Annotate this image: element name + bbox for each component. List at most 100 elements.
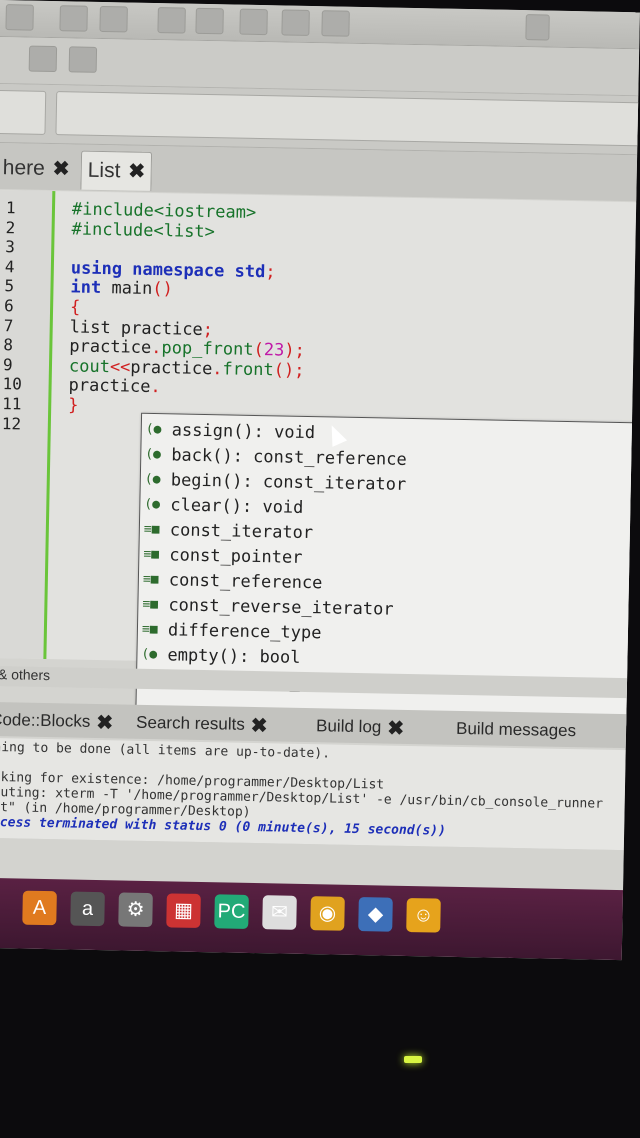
- close-icon[interactable]: ✖: [251, 712, 268, 737]
- autocomplete-item-label: const_iterator: [169, 520, 314, 544]
- power-led: [404, 1056, 422, 1063]
- taskbar-app-icon[interactable]: ✉: [262, 895, 297, 930]
- code-token: {: [69, 297, 81, 318]
- file-icon[interactable]: [68, 46, 98, 73]
- method-icon: (●: [144, 496, 161, 513]
- autocomplete-item[interactable]: (● begin(): const_iterator: [145, 470, 407, 495]
- line-number: 3: [5, 237, 16, 257]
- autocomplete-item[interactable]: (● clear(): void: [144, 495, 303, 518]
- code-line: practice.: [68, 376, 161, 398]
- autocomplete-item-label: clear(): void: [170, 495, 304, 518]
- debug-icon[interactable]: [281, 9, 310, 36]
- code-token: (): [152, 279, 174, 300]
- autocomplete-item[interactable]: ≡■ const_reference: [143, 570, 323, 593]
- stop-icon[interactable]: [321, 10, 350, 37]
- toolbar-button[interactable]: [5, 4, 34, 31]
- taskbar-app-icon[interactable]: A: [22, 890, 57, 926]
- log-tab-label: Search results: [135, 712, 245, 734]
- code-token: <<: [109, 356, 131, 378]
- settings-icon[interactable]: [157, 7, 186, 34]
- doxygen-icon[interactable]: [28, 45, 58, 73]
- log-tab[interactable]: Search results ✖: [136, 709, 268, 740]
- code-token: (: [253, 340, 265, 361]
- code-token: #include<list>: [71, 219, 216, 242]
- scroll-arrows-icon[interactable]: [525, 14, 550, 41]
- autocomplete-item-label: empty(): bool: [167, 645, 301, 668]
- code-token: practice: [69, 336, 152, 359]
- close-icon[interactable]: ✖: [96, 709, 113, 734]
- taskbar-app-icon[interactable]: ☺: [406, 897, 441, 933]
- line-number: 5: [4, 276, 15, 296]
- tab-label: here: [2, 156, 46, 180]
- close-icon[interactable]: ✖: [387, 715, 404, 740]
- tab-label: List: [87, 158, 121, 183]
- code-line: #include<list>: [71, 219, 215, 242]
- code-token: int: [70, 277, 102, 299]
- code-token: practice: [130, 357, 213, 379]
- log-tab[interactable]: Code::Blocks ✖: [0, 706, 113, 736]
- autocomplete-item[interactable]: ≡■ const_iterator: [144, 520, 314, 543]
- taskbar-app-icon[interactable]: PC: [214, 894, 249, 929]
- line-number-gutter: 1 2 3 4 5 6 7 8 9 10 11 12: [0, 189, 56, 660]
- code-line: {: [70, 297, 81, 317]
- code-token: cout: [68, 356, 111, 377]
- autocomplete-item-label: assign(): void: [171, 420, 316, 444]
- taskbar-app-icon[interactable]: ◉: [310, 896, 345, 931]
- autocomplete-item[interactable]: (● assign(): void: [146, 420, 316, 443]
- autocomplete-item[interactable]: ≡■ const_reverse_iterator: [142, 595, 394, 620]
- autocomplete-item-label: const_pointer: [169, 545, 303, 568]
- search-icon[interactable]: [59, 5, 88, 32]
- typedef-icon: ≡■: [141, 621, 158, 638]
- close-icon[interactable]: ✖: [52, 150, 70, 188]
- autocomplete-item[interactable]: ≡■ const_pointer: [143, 545, 302, 568]
- method-icon: (●: [145, 446, 162, 463]
- log-tab[interactable]: Build log ✖: [316, 712, 405, 742]
- taskbar-app-icon[interactable]: a: [70, 891, 105, 927]
- autocomplete-item[interactable]: ≡■ difference_type: [142, 620, 322, 643]
- code-token: }: [68, 395, 79, 416]
- typedef-icon: ≡■: [143, 546, 160, 563]
- build-log-output: thing to be done (all items are up-to-da…: [0, 737, 626, 851]
- scope-combo[interactable]: [0, 89, 47, 135]
- method-icon: (●: [145, 421, 162, 438]
- code-line: int main(): [70, 278, 173, 300]
- autocomplete-item[interactable]: (● back(): const_reference: [145, 445, 407, 470]
- code-token: .: [151, 338, 162, 359]
- tab-here[interactable]: here ✖: [0, 149, 76, 189]
- line-number: 2: [5, 217, 16, 237]
- taskbar-app-icon[interactable]: ▦: [166, 893, 201, 929]
- line-number: 6: [3, 296, 14, 316]
- code-token: 23: [263, 340, 285, 361]
- taskbar-app-icon[interactable]: ⚙: [118, 892, 153, 928]
- autocomplete-item-label: begin(): const_iterator: [170, 470, 407, 495]
- taskbar-app-icon[interactable]: ◆: [358, 897, 393, 932]
- autocomplete-item[interactable]: (● empty(): bool: [141, 645, 300, 668]
- typedef-icon: ≡■: [142, 571, 159, 588]
- typedef-icon: ≡■: [142, 596, 159, 613]
- bookmark-icon[interactable]: [99, 5, 128, 33]
- autocomplete-item-label: back(): const_reference: [171, 445, 407, 470]
- step-icon[interactable]: [239, 8, 268, 36]
- close-icon[interactable]: ✖: [128, 153, 145, 191]
- desktop-taskbar: Aa ⚙ ▦ PC ✉ ◉ ◆ ☺: [0, 877, 624, 961]
- line-number: 11: [2, 394, 22, 414]
- typedef-icon: ≡■: [143, 521, 160, 538]
- code-token: .: [150, 377, 161, 398]
- line-number: 7: [3, 315, 14, 335]
- code-token: ;: [202, 319, 214, 340]
- line-number: 4: [4, 256, 15, 277]
- method-icon: (●: [141, 646, 158, 663]
- autocomplete-item-label: const_reference: [168, 570, 323, 594]
- line-number: 12: [1, 413, 22, 434]
- code-token: .: [212, 358, 223, 380]
- log-tab[interactable]: Build messages: [456, 715, 577, 745]
- autocomplete-item-label: const_reverse_iterator: [168, 595, 394, 620]
- line-number: 8: [3, 335, 14, 355]
- code-token: main: [101, 278, 153, 300]
- code-token: practice: [68, 375, 151, 398]
- run-icon[interactable]: [195, 7, 224, 35]
- log-tab-label: Build log: [315, 716, 382, 737]
- panel-title: s & others: [0, 666, 51, 684]
- tab-list[interactable]: List ✖: [80, 150, 153, 191]
- log-tab-label: Build messages: [455, 718, 577, 741]
